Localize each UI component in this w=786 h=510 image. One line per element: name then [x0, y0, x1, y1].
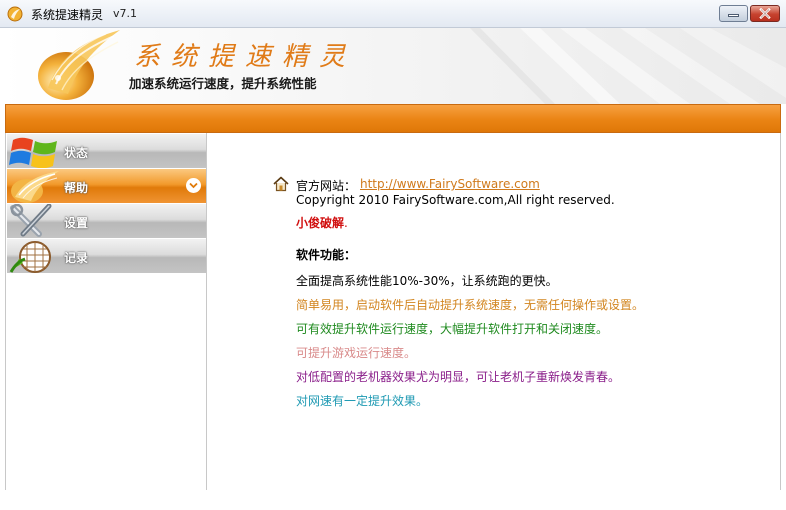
official-site-link[interactable]: http://www.FairySoftware.com	[360, 177, 540, 191]
sidebar: 状态 帮助 设置 记录	[5, 133, 207, 490]
windows-logo-icon	[9, 137, 57, 168]
sidebar-item-records[interactable]: 记录	[7, 239, 206, 273]
crack-credit-dot: .	[344, 216, 348, 230]
crack-credit-text: 小俊破解	[296, 216, 345, 230]
banner-subtitle: 加速系统运行速度，提升系统性能	[129, 76, 317, 91]
feature-item: 对低配置的老机器效果尤为明显，可让老机子重新焕发青春。	[296, 370, 621, 384]
minimize-button[interactable]	[719, 5, 748, 22]
sidebar-item-label: 状态	[64, 146, 89, 160]
banner-title: 系统提速精灵	[134, 42, 357, 72]
minimize-icon	[728, 14, 739, 17]
close-icon	[759, 8, 771, 19]
sidebar-item-help[interactable]: 帮助	[7, 169, 206, 203]
feature-item: 简单易用，启动软件后自动提升系统速度，无需任何操作或设置。	[296, 298, 645, 312]
orange-toolbar-strip	[5, 104, 781, 133]
header-banner: 系统提速精灵 加速系统运行速度，提升系统性能	[0, 28, 786, 104]
copyright-text: Copyright 2010 FairySoftware.com,All rig…	[296, 193, 615, 207]
help-flame-icon	[11, 171, 59, 203]
feature-item: 可提升游戏运行速度。	[296, 346, 417, 360]
sidebar-item-settings[interactable]: 设置	[7, 204, 206, 238]
tools-icon	[10, 204, 52, 237]
title-bar: 系统提速精灵 v7.1	[0, 0, 786, 28]
sidebar-item-label: 记录	[64, 251, 89, 265]
sidebar-item-status[interactable]: 状态	[7, 134, 206, 168]
window-title: 系统提速精灵	[31, 8, 104, 22]
feature-item: 可有效提升软件运行速度，大幅提升软件打开和关闭速度。	[296, 322, 609, 336]
crack-credit: 小俊破解.	[296, 214, 348, 231]
features-heading: 软件功能：	[296, 248, 357, 262]
window-version: v7.1	[113, 7, 138, 20]
chevron-down-icon	[186, 178, 201, 193]
sidebar-item-label: 设置	[64, 216, 89, 230]
window-bottom	[0, 490, 786, 510]
feature-item: 对网速有一定提升效果。	[296, 394, 429, 408]
app-icon	[7, 6, 23, 22]
main-content: 官方网站： http://www.FairySoftware.com Copyr…	[207, 133, 781, 490]
logo-icon	[38, 30, 120, 100]
sidebar-item-label: 帮助	[64, 181, 89, 195]
home-icon	[273, 176, 289, 192]
official-site-label: 官方网站：	[296, 179, 357, 193]
feature-item: 全面提高系统性能10%-30%，让系统跑的更快。	[296, 274, 558, 288]
close-button[interactable]	[750, 5, 780, 22]
record-list-icon	[9, 241, 51, 273]
